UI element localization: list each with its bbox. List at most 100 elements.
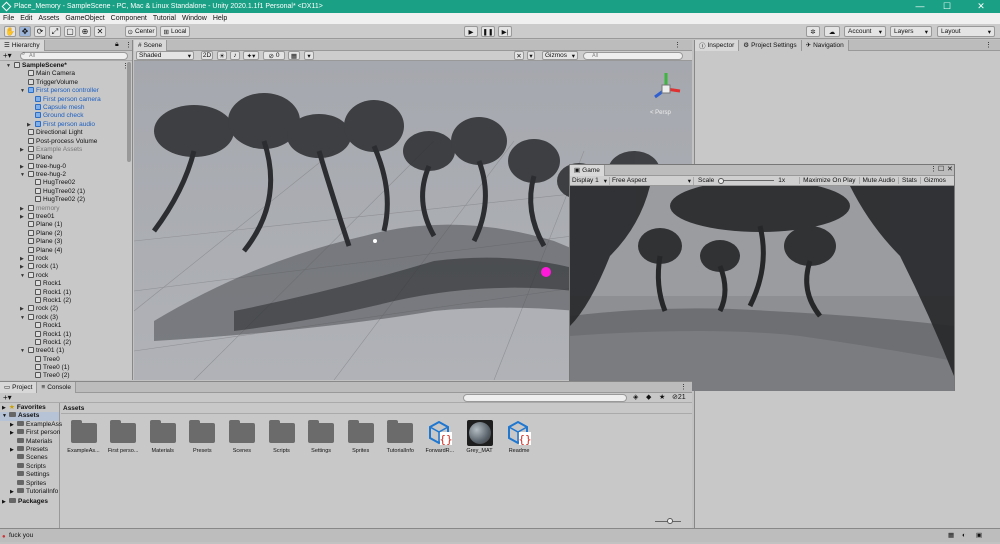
collab-status-icon[interactable]: ◐	[962, 529, 966, 542]
menu-assets[interactable]: Assets	[38, 15, 59, 22]
layers-dropdown[interactable]: Layers ▾	[890, 26, 932, 37]
project-search-input[interactable]	[463, 394, 627, 402]
hierarchy-item[interactable]: ▶ rock (2)	[0, 305, 132, 313]
hierarchy-item[interactable]: ▶ First person audio	[0, 120, 132, 129]
project-tree-item[interactable]: ▶ TutorialInfo	[0, 487, 59, 496]
collab-button[interactable]: ✲	[806, 26, 820, 37]
chevron-right-icon[interactable]: ▶	[10, 429, 14, 437]
chevron-down-icon[interactable]: ▼	[20, 272, 25, 280]
hierarchy-item[interactable]: ▼ tree01 (1)	[0, 347, 132, 355]
hierarchy-item[interactable]: Tree0 (1)	[0, 364, 132, 372]
lock-icon[interactable]: 🔒︎	[115, 41, 119, 49]
hierarchy-scrollbar[interactable]	[127, 62, 131, 162]
chevron-right-icon[interactable]: ▶	[20, 305, 24, 313]
hierarchy-item[interactable]: Ground check	[0, 112, 132, 120]
account-dropdown[interactable]: Account ▾	[844, 26, 886, 37]
add-icon[interactable]: +▾	[3, 393, 12, 402]
pivot-center-button[interactable]: ⊙ Center	[125, 26, 157, 37]
menu-edit[interactable]: Edit	[20, 15, 32, 22]
asset-item[interactable]: Scenes	[223, 420, 260, 454]
project-tree-item[interactable]: ▶ Presets	[0, 445, 59, 454]
hierarchy-item[interactable]: Rock1 (1)	[0, 330, 132, 339]
menu-file[interactable]: File	[3, 15, 14, 22]
asset-item[interactable]: {} ForwardR...	[421, 420, 458, 454]
game-toggle-maximize-on-play[interactable]: Maximize On Play	[799, 177, 858, 184]
asset-item[interactable]: Presets	[184, 420, 221, 454]
light-marker[interactable]	[373, 239, 377, 243]
chevron-down-icon[interactable]: ▼	[20, 347, 25, 355]
tab-inspector[interactable]: ⓘ Inspector	[695, 39, 740, 51]
chevron-right-icon[interactable]: ▶	[2, 404, 6, 412]
perspective-label[interactable]: < Persp	[650, 110, 671, 116]
chevron-right-icon[interactable]: ▶	[20, 213, 24, 221]
menu-component[interactable]: Component	[111, 15, 147, 22]
camera-settings-icon[interactable]: ▾	[527, 51, 535, 60]
player-marker[interactable]	[541, 267, 551, 277]
panel-menu-icon[interactable]: ⋮	[985, 41, 992, 49]
hierarchy-item[interactable]: Tree0	[0, 355, 132, 364]
hierarchy-item[interactable]: Rock1 (1)	[0, 288, 132, 297]
chevron-right-icon[interactable]: ▶	[20, 163, 24, 171]
asset-item[interactable]: TutorialInfo	[382, 420, 419, 454]
minimize-button[interactable]: —	[910, 0, 930, 13]
chevron-right-icon[interactable]: ▶	[10, 446, 14, 454]
hierarchy-item[interactable]: Main Camera	[0, 70, 132, 78]
grid-dropdown-icon[interactable]: ▦	[288, 51, 300, 60]
hand-tool-icon[interactable]: ✋	[4, 26, 16, 37]
chevron-right-icon[interactable]: ▶	[10, 488, 14, 496]
hidden-objects-toggle[interactable]: ⊘ 0	[263, 51, 285, 60]
hierarchy-search-input[interactable]: All	[20, 52, 128, 60]
project-tree-item[interactable]: ▶ First person	[0, 429, 60, 437]
chevron-right-icon[interactable]: ▶	[10, 421, 14, 429]
custom-tool-icon[interactable]: ✕	[94, 26, 106, 37]
chevron-right-icon[interactable]: ▶	[20, 255, 24, 263]
maximize-icon[interactable]: ☐	[938, 165, 944, 173]
pivot-local-button[interactable]: ⊞ Local	[160, 26, 190, 37]
effects-dropdown-icon[interactable]: ✦▾	[243, 51, 259, 60]
hierarchy-item[interactable]: ▼ tree-hug-2	[0, 171, 132, 179]
rect-tool-icon[interactable]: ▢	[64, 26, 76, 37]
hierarchy-item[interactable]: Plane (1)	[0, 221, 132, 229]
game-toggle-stats[interactable]: Stats	[898, 177, 920, 184]
project-tree-item[interactable]: Sprites	[0, 479, 59, 488]
lighting-toggle-icon[interactable]: ☀	[217, 51, 227, 60]
tab-game[interactable]: ▣ Game	[570, 164, 605, 176]
maximize-button[interactable]: ☐	[937, 0, 957, 13]
chevron-down-icon[interactable]: ▼	[6, 62, 11, 70]
hierarchy-item[interactable]: ▼ SampleScene*	[0, 62, 132, 70]
audio-toggle-icon[interactable]: ♪	[230, 51, 240, 60]
scene-tools-dropdown-icon[interactable]: ▾	[304, 51, 314, 60]
aspect-dropdown[interactable]: Free Aspect ▾	[610, 176, 694, 185]
assets-breadcrumb[interactable]: Assets	[61, 403, 692, 414]
display-dropdown[interactable]: Display 1 ▾	[570, 176, 610, 185]
menu-tutorial[interactable]: Tutorial	[153, 15, 176, 22]
tab-console[interactable]: ≡ Console	[37, 381, 77, 393]
hierarchy-item[interactable]: Tree0 (2)	[0, 372, 132, 380]
scale-slider-handle[interactable]	[718, 177, 725, 184]
project-tree-item[interactable]: ▼ Assets	[0, 412, 59, 421]
tab-hierarchy[interactable]: ☰ Hierarchy	[0, 39, 45, 51]
hierarchy-item[interactable]: HugTree02 (1)	[0, 187, 132, 196]
asset-item[interactable]: First perso...	[105, 420, 142, 454]
hierarchy-item[interactable]: Plane (2)	[0, 229, 132, 238]
hierarchy-item[interactable]: TriggerVolume	[0, 78, 132, 87]
bake-icon[interactable]: ▣	[976, 529, 982, 542]
hierarchy-item[interactable]: ▶ rock (1)	[0, 263, 132, 271]
hierarchy-item[interactable]: Plane (4)	[0, 246, 132, 255]
add-icon[interactable]: +▾	[3, 51, 12, 60]
hierarchy-item[interactable]: Rock1 (2)	[0, 296, 132, 305]
asset-item[interactable]: ExampleAs...	[65, 420, 102, 454]
game-toggle-mute-audio[interactable]: Mute Audio	[858, 177, 899, 184]
auto-generate-icon[interactable]: ▦	[948, 529, 954, 542]
project-tree-item[interactable]: ▶ ExampleAss	[0, 420, 62, 429]
project-tree-item[interactable]: Materials	[0, 437, 59, 446]
chevron-right-icon[interactable]: ▶	[27, 121, 31, 129]
game-toggle-gizmos[interactable]: Gizmos	[919, 177, 949, 184]
tools-icon[interactable]: ✕	[514, 51, 524, 60]
hierarchy-item[interactable]: Capsule mesh	[0, 103, 132, 112]
chevron-down-icon[interactable]: ▼	[2, 412, 7, 420]
hierarchy-item[interactable]: ▶ Example Assets	[0, 145, 132, 154]
hierarchy-item[interactable]: ▶ memory	[0, 204, 132, 213]
hierarchy-item[interactable]: Plane	[0, 154, 132, 162]
close-button[interactable]: ✕	[962, 0, 1000, 13]
